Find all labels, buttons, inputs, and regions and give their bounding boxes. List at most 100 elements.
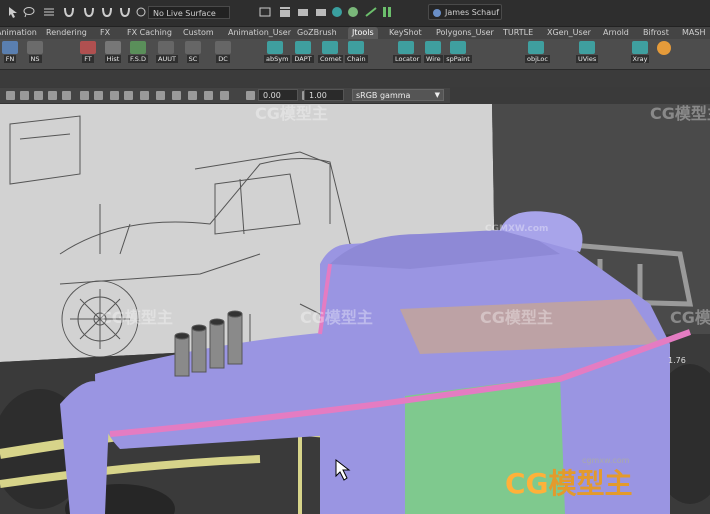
xray-view-icon[interactable]: [188, 91, 197, 100]
locator-icon: [398, 41, 414, 54]
tab-mash[interactable]: MASH: [682, 27, 705, 39]
watermark-1: CG模型主: [255, 104, 328, 123]
shadows-icon[interactable]: [110, 91, 119, 100]
camera-icon[interactable]: [6, 91, 15, 100]
viewport[interactable]: CG模型主 CG模型主 CG模型主 CG模型主 CG模型主 CG模型主 CGMX…: [0, 104, 710, 514]
view-icon[interactable]: [20, 91, 29, 100]
magnet-view-icon[interactable]: [118, 5, 132, 19]
magnet-curve-icon[interactable]: [82, 5, 96, 19]
watermark-5: CG模型主: [480, 308, 553, 327]
tab-gozbrush[interactable]: GoZBrush: [297, 27, 337, 39]
k-icon[interactable]: [656, 41, 672, 67]
shelf-button-ns[interactable]: NS: [26, 41, 44, 67]
shelf-button-locator[interactable]: Locator: [393, 41, 422, 67]
texture-icon[interactable]: [80, 91, 89, 100]
gamma-field[interactable]: 1.00: [304, 89, 344, 101]
shelf-button-ft[interactable]: FT: [80, 41, 96, 67]
shaded-icon[interactable]: [62, 91, 71, 100]
shelf-button-comet[interactable]: Comet: [318, 41, 344, 67]
shelf-tabs: Animation Rendering FX FX Caching Custom…: [0, 27, 710, 39]
tab-jtools[interactable]: Jtools: [348, 27, 378, 39]
shelf: FN NS FT Hist F.S.D AUUT SC DC abSym DAP…: [0, 39, 710, 70]
refresh-icon[interactable]: [330, 5, 344, 19]
dapt-icon: [295, 41, 311, 54]
shelf-button-fsd[interactable]: F.S.D: [128, 41, 148, 67]
wireframe-icon[interactable]: [48, 91, 57, 100]
grid-icon[interactable]: [34, 91, 43, 100]
arrow-select-icon[interactable]: [6, 5, 20, 19]
tab-turtle[interactable]: TURTLE: [503, 27, 533, 39]
shelf-button-absym[interactable]: abSym: [264, 41, 291, 67]
fsd-icon: [130, 41, 146, 54]
render-view-icon[interactable]: [364, 5, 378, 19]
magnet-surface-icon[interactable]: [134, 5, 148, 19]
ft-icon: [80, 41, 96, 54]
tab-arnold[interactable]: Arnold: [603, 27, 629, 39]
aa-icon[interactable]: [140, 91, 149, 100]
shelf-button-sppaint[interactable]: spPaint: [444, 41, 472, 67]
uv-icon: [579, 41, 595, 54]
shelf-button-fn[interactable]: FN: [2, 41, 18, 67]
watermark-url: CGMXW.com: [485, 224, 549, 234]
tab-rendering[interactable]: Rendering: [46, 27, 87, 39]
exposure-icon[interactable]: [246, 91, 255, 100]
watermark-3: CG模型主: [100, 308, 173, 327]
render-icon[interactable]: [296, 5, 310, 19]
watermark-2: CG模型主: [650, 104, 710, 123]
user-menu[interactable]: James Schauf: [428, 4, 502, 20]
joints-icon[interactable]: [204, 91, 213, 100]
clapboard-icon[interactable]: [278, 5, 292, 19]
tab-polygons-user[interactable]: Polygons_User: [436, 27, 494, 39]
tab-xgen-user[interactable]: XGen_User: [547, 27, 591, 39]
chevron-down-icon: ▼: [434, 91, 440, 99]
tab-custom[interactable]: Custom: [183, 27, 214, 39]
main-toolbar: No Live Surface James Schauf: [0, 0, 710, 27]
snap-grid-icon[interactable]: [42, 5, 56, 19]
live-surface-field[interactable]: No Live Surface: [148, 6, 230, 19]
auut-icon: [158, 41, 174, 54]
sub-toolbar: [0, 70, 710, 87]
magnet-point-icon[interactable]: [100, 5, 114, 19]
sc-icon: [185, 41, 201, 54]
absym-icon: [267, 41, 283, 54]
shelf-button-xray[interactable]: Xray: [630, 41, 650, 67]
magnet-icon[interactable]: [62, 5, 76, 19]
camera-gate-icon[interactable]: [220, 91, 229, 100]
tab-fx-caching[interactable]: FX Caching: [127, 27, 172, 39]
paint-icon: [450, 41, 466, 54]
hist-icon: [105, 41, 121, 54]
tab-bifrost[interactable]: Bifrost: [643, 27, 669, 39]
brand-watermark: CG模型主: [505, 467, 633, 500]
ao-icon[interactable]: [124, 91, 133, 100]
tab-fx[interactable]: FX: [100, 27, 110, 39]
lasso-icon[interactable]: [22, 5, 36, 19]
xray-icon: [632, 41, 648, 54]
render-settings-icon[interactable]: [258, 5, 272, 19]
isolate-icon[interactable]: [172, 91, 181, 100]
chain-icon: [348, 41, 364, 54]
shelf-button-dc[interactable]: DC: [215, 41, 231, 67]
ipr-icon[interactable]: [314, 5, 328, 19]
shelf-button-hist[interactable]: Hist: [104, 41, 122, 67]
shelf-button-dapt[interactable]: DAPT: [292, 41, 314, 67]
comet-icon: [322, 41, 338, 54]
lights-icon[interactable]: [94, 91, 103, 100]
shelf-button-chain[interactable]: Chain: [345, 41, 368, 67]
fn-icon: [2, 41, 18, 54]
tab-animation[interactable]: Animation: [0, 27, 37, 39]
hypershade-icon[interactable]: [346, 5, 360, 19]
exposure-field[interactable]: 0.00: [258, 89, 298, 101]
pause-icon[interactable]: [380, 5, 394, 19]
tab-animation-user[interactable]: Animation_User: [228, 27, 291, 39]
shelf-button-sc[interactable]: SC: [185, 41, 201, 67]
tab-keyshot[interactable]: KeyShot: [389, 27, 422, 39]
shelf-button-wire[interactable]: Wire: [424, 41, 443, 67]
shelf-button-objloc[interactable]: objLoc: [525, 41, 550, 67]
eye-icon: [27, 41, 43, 54]
color-space-select[interactable]: sRGB gamma ▼: [352, 89, 444, 101]
dc-icon: [215, 41, 231, 54]
objloc-icon: [528, 41, 544, 54]
shelf-button-uvies[interactable]: UVies: [576, 41, 599, 67]
dof-icon[interactable]: [156, 91, 165, 100]
shelf-button-auut[interactable]: AUUT: [156, 41, 178, 67]
